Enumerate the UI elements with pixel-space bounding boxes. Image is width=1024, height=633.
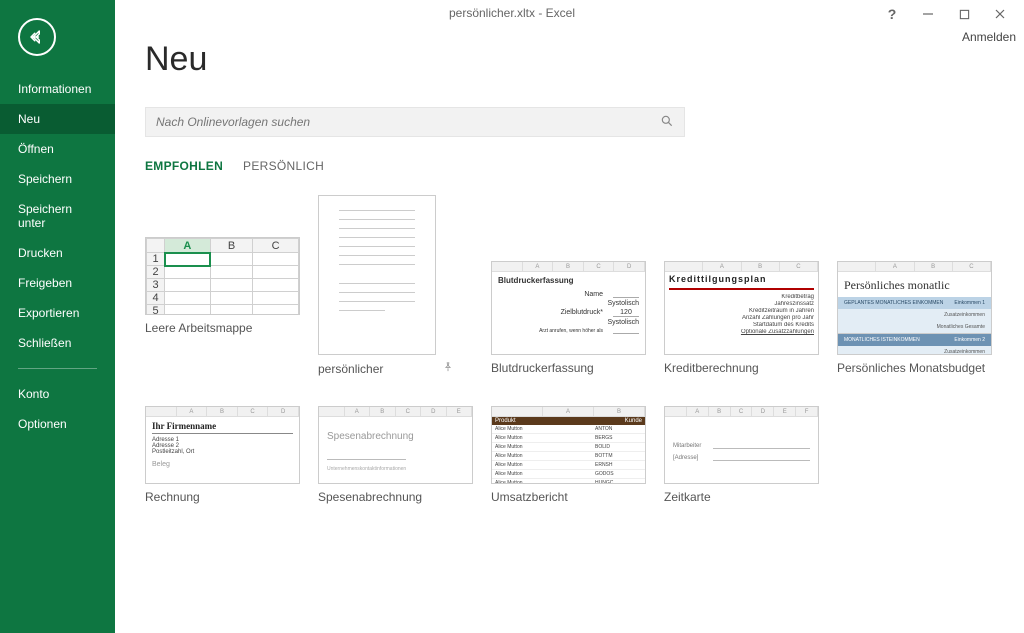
nav-neu[interactable]: Neu [0,104,115,134]
template-blutdruckerfassung[interactable]: ABCD Blutdruckerfassung Name Systolisch … [491,195,646,376]
template-label: Kreditberechnung [664,361,819,375]
template-monatsbudget[interactable]: ABC Persönliches monatlic GEPLANTES MONA… [837,195,992,376]
template-label: Persönliches Monatsbudget [837,361,992,375]
nav-konto[interactable]: Konto [0,379,115,409]
nav-speichern[interactable]: Speichern [0,164,115,194]
window-title: persönlicher.xltx - Excel [449,6,575,20]
nav-exportieren[interactable]: Exportieren [0,298,115,328]
close-button[interactable] [982,2,1018,26]
template-thumb: ABCD Ihr Firmenname Adresse 1 Adresse 2 … [145,406,300,484]
template-label: Umsatzbericht [491,490,646,504]
template-kreditberechnung[interactable]: ABC Kredittilgungsplan Kreditbetrag Jahr… [664,195,819,376]
tab-persoenlich[interactable]: PERSÖNLICH [243,159,324,173]
template-zeitkarte[interactable]: ABCDEF Mitarbeiter [Adresse] Zeitkarte [664,406,819,504]
template-thumb: ABC Kredittilgungsplan Kreditbetrag Jahr… [664,261,819,355]
template-label: persönlicher [318,362,383,376]
template-label: Spesenabrechnung [318,490,473,504]
search-input[interactable] [156,115,660,129]
pin-icon[interactable] [443,361,453,376]
search-icon[interactable] [660,114,674,131]
page-title: Neu [145,40,996,79]
template-thumb: ABC 1 2 3 4 5 6 7 [145,237,300,315]
template-search[interactable] [145,107,685,137]
template-spesenabrechnung[interactable]: ABCDE Spesenabrechnung Unternehmenskonta… [318,406,473,504]
template-thumb: ABCDE Spesenabrechnung Unternehmenskonta… [318,406,473,484]
nav-informationen[interactable]: Informationen [0,74,115,104]
arrow-left-icon [28,28,46,46]
template-label: Rechnung [145,490,300,504]
nav-optionen[interactable]: Optionen [0,409,115,439]
tab-empfohlen[interactable]: EMPFOHLEN [145,159,223,173]
template-persoenlicher[interactable]: persönlicher [318,195,473,376]
template-grid: ABC 1 2 3 4 5 6 7 Leere Arbeitsmappe [145,195,996,504]
template-thumb [318,195,436,355]
template-label: Zeitkarte [664,490,819,504]
template-thumb: ABC Persönliches monatlic GEPLANTES MONA… [837,261,992,355]
main-panel: Neu EMPFOHLEN PERSÖNLICH ABC 1 2 [115,0,1024,633]
template-rechnung[interactable]: ABCD Ihr Firmenname Adresse 1 Adresse 2 … [145,406,300,504]
nav-drucken[interactable]: Drucken [0,238,115,268]
template-leere-arbeitsmappe[interactable]: ABC 1 2 3 4 5 6 7 Leere Arbeitsmappe [145,195,300,376]
template-thumb: ABCD Blutdruckerfassung Name Systolisch … [491,261,646,355]
template-umsatzbericht[interactable]: AB ProduktKunde Alice MuttonANTON Alice … [491,406,646,504]
maximize-button[interactable] [946,2,982,26]
help-button[interactable]: ? [874,2,910,26]
nav-separator [18,368,97,369]
template-label: Leere Arbeitsmappe [145,321,300,335]
template-tabs: EMPFOHLEN PERSÖNLICH [145,159,996,173]
titlebar: persönlicher.xltx - Excel ? [0,0,1024,26]
signin-link[interactable]: Anmelden [962,30,1016,44]
nav-schliessen[interactable]: Schließen [0,328,115,358]
template-thumb: AB ProduktKunde Alice MuttonANTON Alice … [491,406,646,484]
minimize-button[interactable] [910,2,946,26]
nav-speichern-unter[interactable]: Speichern unter [0,194,115,238]
nav-freigeben[interactable]: Freigeben [0,268,115,298]
nav-oeffnen[interactable]: Öffnen [0,134,115,164]
template-thumb: ABCDEF Mitarbeiter [Adresse] [664,406,819,484]
template-label: Blutdruckerfassung [491,361,646,375]
backstage-sidebar: Informationen Neu Öffnen Speichern Speic… [0,0,115,633]
